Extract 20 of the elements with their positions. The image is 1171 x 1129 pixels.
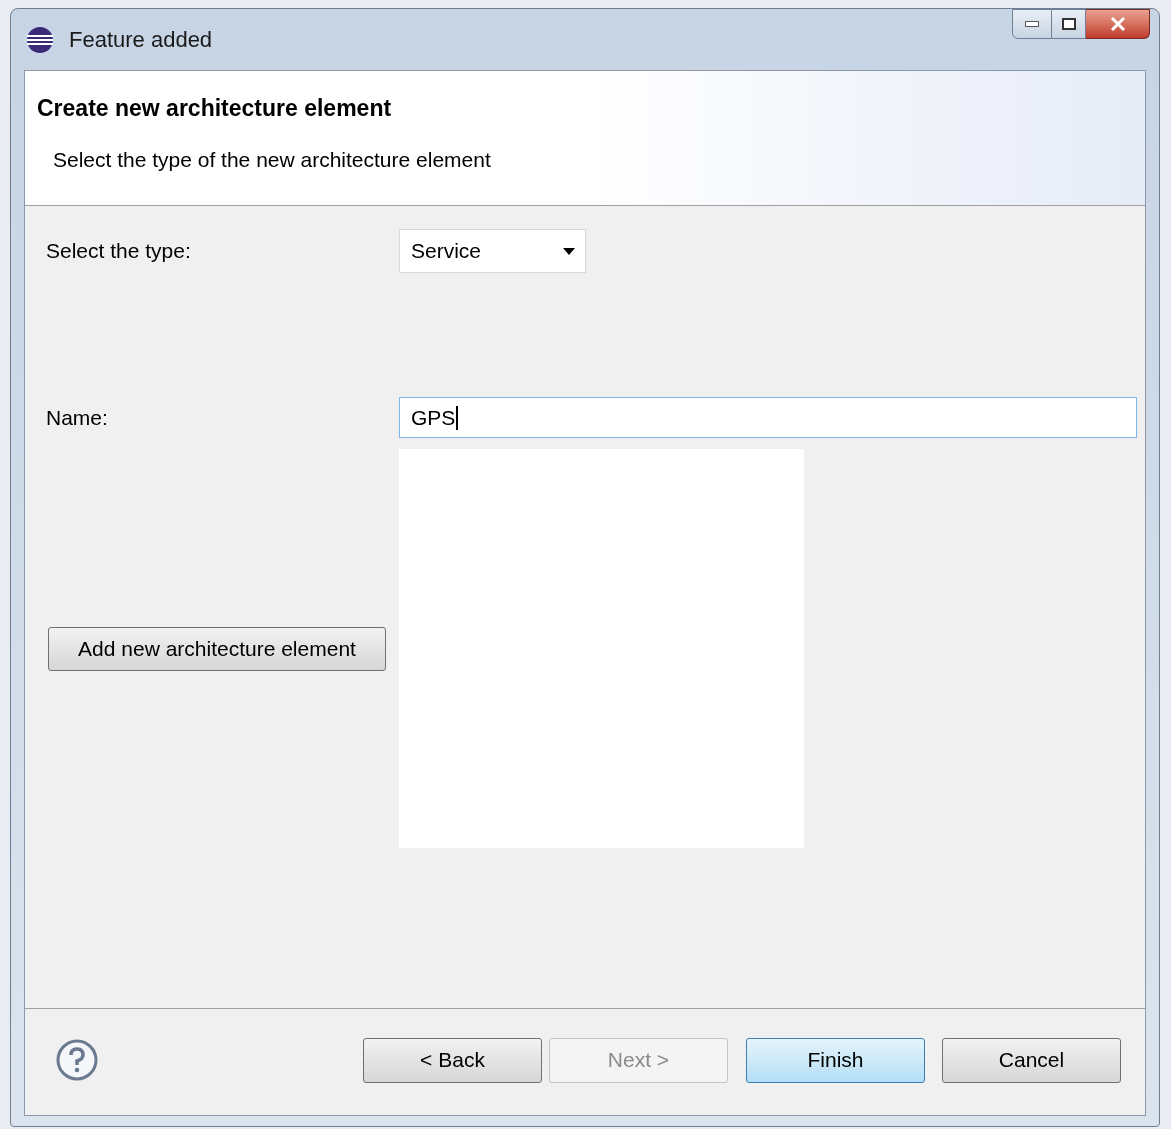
- name-input[interactable]: GPS: [399, 397, 1137, 438]
- dialog-button[interactable]: Cancel: [942, 1037, 1121, 1083]
- window-title: Feature added: [69, 26, 213, 54]
- dropdown-caret-icon: [563, 247, 575, 255]
- help-icon[interactable]: [55, 1038, 99, 1082]
- type-label: Select the type:: [46, 238, 192, 265]
- add-element-button[interactable]: Add new architecture element: [48, 626, 386, 671]
- header-description: Select the type of the new architecture element: [53, 146, 492, 173]
- dialog-button[interactable]: Finish: [746, 1037, 925, 1083]
- minimize-button[interactable]: [1012, 9, 1052, 39]
- name-label: Name:: [46, 404, 109, 431]
- header-title: Create new architecture element: [37, 94, 393, 123]
- type-dropdown[interactable]: Service: [399, 229, 586, 273]
- close-button[interactable]: [1086, 9, 1150, 39]
- maximize-icon: [1061, 18, 1076, 30]
- dialog-button[interactable]: < Back: [363, 1037, 542, 1083]
- close-icon: [1109, 17, 1126, 31]
- minimize-icon: [1025, 21, 1039, 27]
- maximize-button[interactable]: [1052, 9, 1086, 39]
- app-logo-icon: [26, 25, 54, 54]
